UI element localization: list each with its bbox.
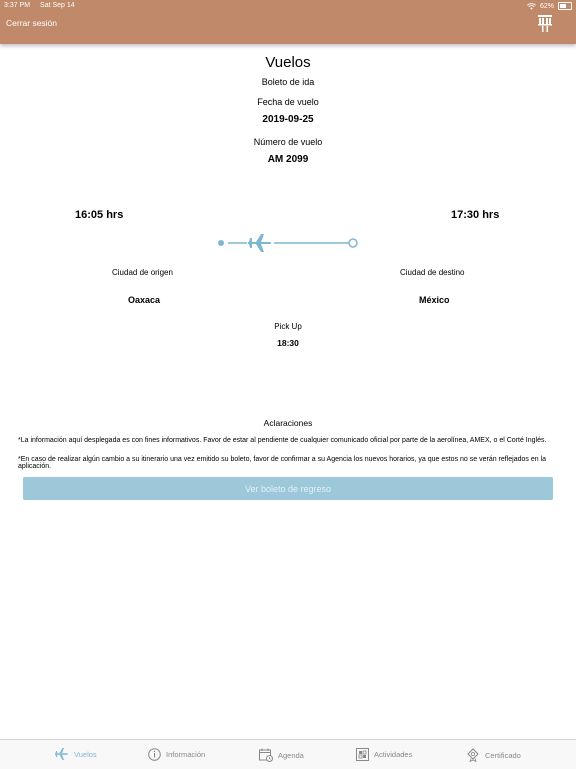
tab-label: Vuelos <box>74 749 97 759</box>
info-icon <box>148 748 161 761</box>
departure-time: 16:05 hrs <box>75 209 124 221</box>
activities-icon <box>356 748 369 761</box>
tab-vuelos[interactable]: Vuelos <box>55 748 97 760</box>
tab-certificado[interactable]: Certificado <box>466 748 521 762</box>
flight-date-value: 2019-09-25 <box>262 114 314 125</box>
ticket-type: Boleto de ida <box>261 77 315 87</box>
notes-title: Aclaraciones <box>263 418 313 428</box>
origin-label: Ciudad de origen <box>112 268 173 277</box>
tab-agenda[interactable]: Agenda <box>259 748 304 762</box>
status-bar-right: 62% <box>527 2 572 10</box>
notes-line-1: *La información aquí desplegada es con f… <box>18 437 547 444</box>
arrival-time: 17:30 hrs <box>451 209 500 221</box>
app-logo-icon <box>538 15 552 32</box>
tab-label: Actividades <box>374 750 413 759</box>
destination-value: México <box>419 295 450 305</box>
tab-label: Información <box>166 750 206 759</box>
tab-bar: Vuelos Información Agenda Actividades Ce… <box>0 739 576 769</box>
flight-number-value: AM 2099 <box>267 154 309 165</box>
tab-label: Agenda <box>278 750 304 760</box>
pickup-value: 18:30 <box>277 338 299 348</box>
certificate-icon <box>467 748 479 762</box>
app-header: 3:37 PM Sat Sep 14 62% Cerrar sesión <box>0 0 576 44</box>
wifi-icon <box>527 2 536 10</box>
calendar-icon <box>259 748 273 762</box>
notes-line-2: *En caso de realizar algún cambio a su i… <box>18 456 547 470</box>
pickup-label: Pick Up <box>274 322 302 331</box>
tab-actividades[interactable]: Actividades <box>356 748 412 761</box>
destination-dot <box>348 238 358 248</box>
tab-informacion[interactable]: Información <box>148 748 205 761</box>
battery-percent: 62% <box>539 2 554 10</box>
tab-label: Certificado <box>485 750 521 760</box>
flight-route-graphic <box>218 234 358 252</box>
status-bar-left: 3:37 PM Sat Sep 14 <box>4 2 83 9</box>
battery-icon <box>558 2 572 10</box>
origin-dot <box>218 240 224 246</box>
logout-button[interactable]: Cerrar sesión <box>6 18 57 28</box>
airplane-icon <box>248 234 272 252</box>
view-return-ticket-button[interactable]: Ver boleto de regreso <box>23 477 553 500</box>
airplane-icon <box>55 748 68 760</box>
flight-number-label: Número de vuelo <box>253 137 323 147</box>
destination-label: Ciudad de destino <box>400 268 465 277</box>
status-time: 3:37 PM <box>4 2 31 9</box>
status-date: Sat Sep 14 <box>40 2 75 9</box>
origin-value: Oaxaca <box>128 295 161 305</box>
page-title: Vuelos <box>265 54 311 71</box>
flight-date-label: Fecha de vuelo <box>257 97 319 107</box>
